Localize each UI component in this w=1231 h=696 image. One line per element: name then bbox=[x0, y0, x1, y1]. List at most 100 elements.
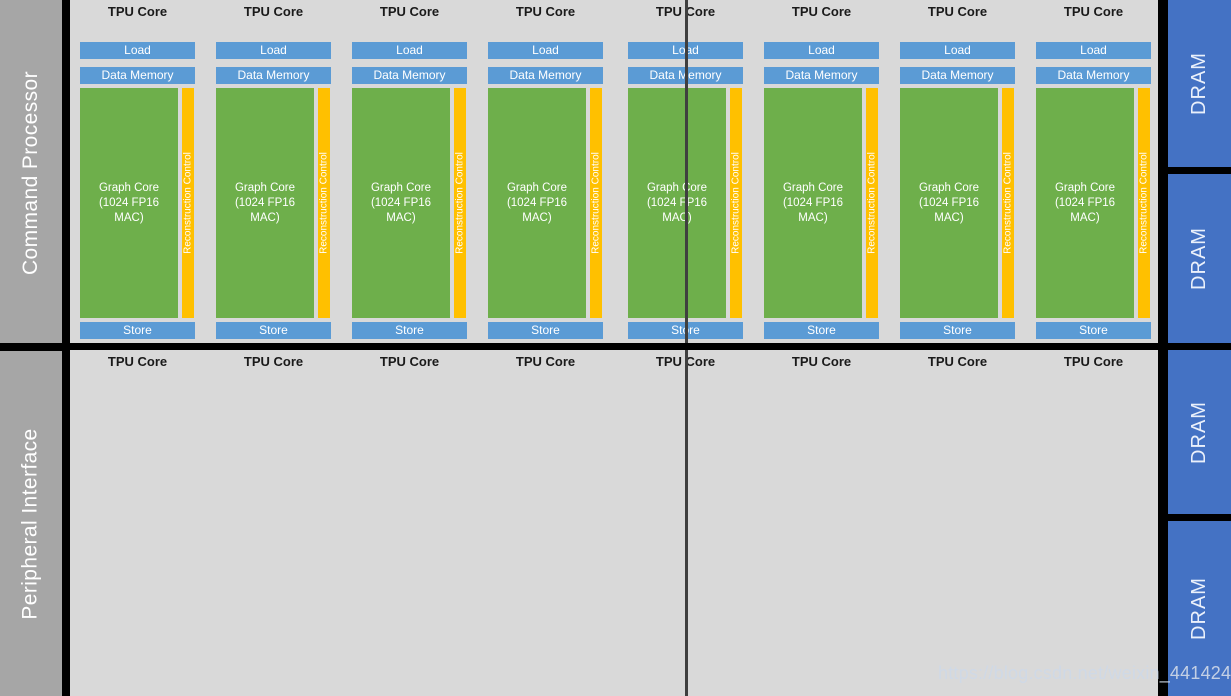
graph-core-block: Graph Core (1024 FP16 MAC) bbox=[216, 88, 314, 318]
load-unit: Load bbox=[80, 42, 195, 59]
reconstruction-control-strip: Reconstruction Control bbox=[590, 88, 602, 318]
dram-label: DRAM bbox=[1187, 227, 1210, 290]
tpu-core-title: TPU Core bbox=[379, 4, 440, 19]
tpu-core-cell: TPU CoreLoadData MemoryGraph Core(1024 F… bbox=[890, 350, 1025, 696]
store-unit: Store bbox=[900, 322, 1015, 339]
reconstruction-control-label: Reconstruction Control bbox=[454, 152, 466, 254]
tpu-core-title: TPU Core bbox=[927, 4, 988, 19]
tpu-core-title: TPU Core bbox=[243, 4, 304, 19]
reconstruction-control-strip: Reconstruction Control bbox=[1138, 88, 1150, 318]
graph-core-line3: MAC) bbox=[1070, 211, 1100, 224]
reconstruction-control-strip: Reconstruction Control bbox=[1002, 88, 1014, 318]
graph-core-block: Graph Core (1024 FP16 MAC) bbox=[488, 88, 586, 318]
data-memory-unit: Data Memory bbox=[216, 67, 331, 84]
tpu-core-cell: TPU Core Load Data Memory Graph Core (1024 F… bbox=[206, 0, 341, 343]
tpu-core-title: TPU Core bbox=[927, 354, 988, 369]
reconstruction-control-label: Reconstruction Control bbox=[318, 152, 330, 254]
graph-core-line2: (1024 FP16 bbox=[370, 196, 432, 209]
dram-block-2: DRAM bbox=[1168, 174, 1231, 343]
peripheral-interface-panel: Peripheral Interface bbox=[0, 351, 62, 696]
dram-block-4: DRAM bbox=[1168, 521, 1231, 696]
graph-core-line1: Graph Core bbox=[506, 181, 568, 194]
graph-core-block: Graph Core (1024 FP16 MAC) bbox=[764, 88, 862, 318]
load-unit: Load bbox=[764, 42, 879, 59]
reconstruction-control-strip: Reconstruction Control bbox=[182, 88, 194, 318]
data-memory-unit: Data Memory bbox=[80, 67, 195, 84]
tpu-core-cell: TPU CoreLoadData MemoryGraph Core(1024 F… bbox=[206, 350, 341, 696]
command-processor-label: Command Processor bbox=[19, 70, 43, 275]
graph-core-line1: Graph Core bbox=[646, 181, 708, 194]
tpu-core-cell: TPU CoreLoadData MemoryGraph Core(1024 F… bbox=[342, 0, 477, 343]
graph-core-line3: MAC) bbox=[798, 211, 828, 224]
graph-core-block: Graph Core (1024 FP16 MAC) bbox=[352, 88, 450, 318]
command-processor-panel: Command Processor bbox=[0, 0, 62, 345]
reconstruction-control-strip: Reconstruction Control bbox=[454, 88, 466, 318]
graph-core-line3: MAC) bbox=[522, 211, 552, 224]
data-memory-unit: Data Memory bbox=[900, 67, 1015, 84]
data-memory-unit: Data Memory bbox=[1036, 67, 1151, 84]
graph-core-line2: (1024 FP16 bbox=[918, 196, 980, 209]
tpu-core-cell: TPU CoreLoadData MemoryGraph Core(1024 F… bbox=[70, 350, 205, 696]
graph-core-line1: Graph Core bbox=[98, 181, 160, 194]
load-unit: Load bbox=[216, 42, 331, 59]
store-unit: Store bbox=[352, 322, 467, 339]
tpu-core-title: TPU Core bbox=[515, 4, 576, 19]
dram-label: DRAM bbox=[1187, 400, 1210, 464]
store-unit: Store bbox=[488, 322, 603, 339]
dram-block-3: DRAM bbox=[1168, 350, 1231, 514]
tpu-core-cell: TPU Core Load Data Memory Graph Core (1024 F… bbox=[478, 0, 613, 343]
tpu-core-cell: TPU Core Load Data Memory Graph Core (1024 F… bbox=[1026, 0, 1161, 343]
reconstruction-control-label: Reconstruction Control bbox=[1138, 152, 1150, 254]
graph-core-line3: MAC) bbox=[114, 211, 144, 224]
graph-core-line3: MAC) bbox=[386, 211, 416, 224]
store-unit: Store bbox=[80, 322, 195, 339]
graph-core-line1: Graph Core bbox=[1054, 181, 1116, 194]
load-unit: Load bbox=[1036, 42, 1151, 59]
load-unit: Load bbox=[352, 42, 467, 59]
graph-core-block: Graph Core (1024 FP16 MAC) bbox=[80, 88, 178, 318]
reconstruction-control-label: Reconstruction Control bbox=[1002, 152, 1014, 254]
data-memory-unit: Data Memory bbox=[352, 67, 467, 84]
tpu-core-cell: TPU CoreLoadData MemoryGraph Core(1024 F… bbox=[342, 350, 477, 696]
tpu-core-cell: TPU CoreLoadData MemoryGraph Core(1024 F… bbox=[478, 350, 613, 696]
graph-core-line3: MAC) bbox=[662, 211, 692, 224]
graph-core-line2: (1024 FP16 bbox=[646, 196, 708, 209]
graph-core-line2: (1024 FP16 bbox=[234, 196, 296, 209]
tpu-core-title: TPU Core bbox=[791, 354, 852, 369]
store-unit: Store bbox=[1036, 322, 1151, 339]
reconstruction-control-strip: Reconstruction Control bbox=[318, 88, 330, 318]
tpu-core-title: TPU Core bbox=[1063, 354, 1124, 369]
tpu-core-title: TPU Core bbox=[107, 354, 168, 369]
tpu-core-title: TPU Core bbox=[1063, 4, 1124, 19]
graph-core-line2: (1024 FP16 bbox=[506, 196, 568, 209]
graph-core-line1: Graph Core bbox=[234, 181, 296, 194]
data-memory-unit: Data Memory bbox=[488, 67, 603, 84]
graph-core-line2: (1024 FP16 bbox=[1054, 196, 1116, 209]
row-frame-divider bbox=[0, 343, 1231, 350]
reconstruction-control-strip: Reconstruction Control bbox=[866, 88, 878, 318]
graph-core-line3: MAC) bbox=[934, 211, 964, 224]
tpu-core-title: TPU Core bbox=[379, 354, 440, 369]
tpu-core-cell: TPU CoreLoadData MemoryGraph Core(1024 F… bbox=[754, 350, 889, 696]
dram-label: DRAM bbox=[1187, 577, 1210, 640]
tpu-core-cell: TPU Core Load Data Memory Graph Core(1024 F… bbox=[70, 0, 205, 343]
peripheral-interface-label: Peripheral Interface bbox=[19, 427, 42, 620]
tpu-core-title: TPU Core bbox=[243, 354, 304, 369]
reconstruction-control-strip: Reconstruction Control bbox=[730, 88, 742, 318]
dram-label: DRAM bbox=[1187, 52, 1210, 115]
reconstruction-control-label: Reconstruction Control bbox=[866, 152, 878, 254]
graph-core-block: Graph Core (1024 FP16 MAC) bbox=[1036, 88, 1134, 318]
tpu-core-title: TPU Core bbox=[107, 4, 168, 19]
data-memory-unit: Data Memory bbox=[764, 67, 879, 84]
load-unit: Load bbox=[488, 42, 603, 59]
graph-core-line3: MAC) bbox=[250, 211, 280, 224]
tpu-core-title: TPU Core bbox=[791, 4, 852, 19]
graph-core-line2: (1024 FP16 bbox=[782, 196, 844, 209]
dram-block-1: DRAM bbox=[1168, 0, 1231, 167]
tpu-core-cell: TPU CoreLoadData MemoryGraph Core(1024 F… bbox=[1026, 350, 1161, 696]
store-unit: Store bbox=[764, 322, 879, 339]
architecture-diagram: Command Processor Peripheral Interface T… bbox=[0, 0, 1231, 696]
graph-core-line1: Graph Core bbox=[782, 181, 844, 194]
graph-core-block: Graph Core (1024 FP16 MAC) bbox=[900, 88, 998, 318]
store-unit: Store bbox=[216, 322, 331, 339]
